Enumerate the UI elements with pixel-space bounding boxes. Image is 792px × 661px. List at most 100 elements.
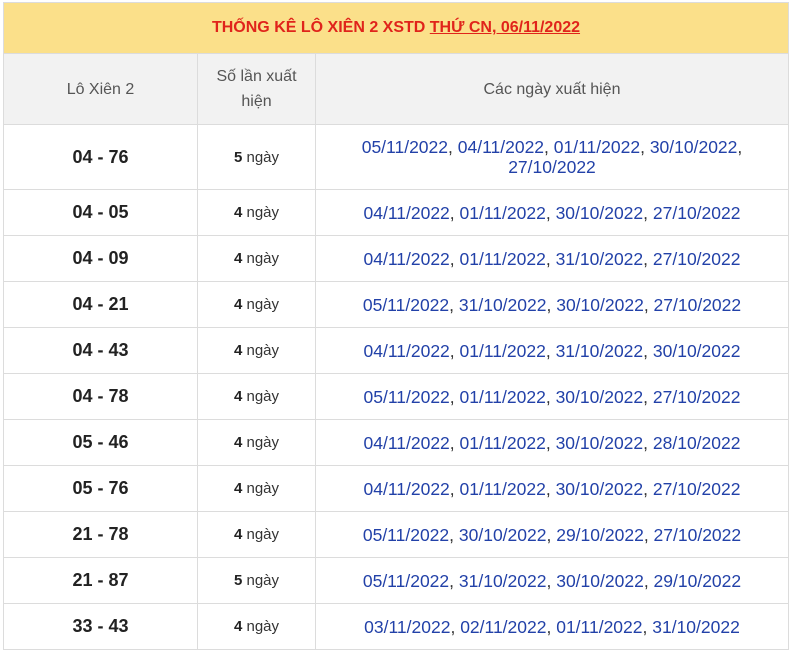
- count-cell: 4 ngày: [197, 465, 316, 512]
- date-link[interactable]: 05/11/2022: [364, 387, 450, 407]
- date-separator: ,: [448, 137, 458, 157]
- count-value: 4: [233, 342, 243, 359]
- header-dates: Các ngày xuất hiện: [315, 53, 789, 125]
- date-separator: ,: [449, 432, 460, 453]
- count-unit: ngày: [246, 572, 280, 589]
- header-pair: Lô Xiên 2: [3, 53, 198, 125]
- date-link[interactable]: 01/11/2022: [460, 433, 546, 453]
- date-separator: ,: [546, 294, 557, 315]
- date-link[interactable]: 30/10/2022: [556, 387, 644, 407]
- date-link[interactable]: 04/11/2022: [364, 341, 450, 361]
- count-cell: 4 ngày: [197, 327, 316, 374]
- table-row: 33 - 43 4 ngày 03/11/2022, 02/11/2022, 01/…: [3, 603, 789, 650]
- date-separator: ,: [449, 340, 460, 361]
- date-separator: ,: [643, 386, 653, 407]
- pair-cell: 05 - 46: [3, 419, 198, 466]
- date-link[interactable]: 31/10/2022: [652, 617, 740, 637]
- dates-cell: 05/11/2022, 01/11/2022, 30/10/2022, 27/1…: [315, 373, 789, 420]
- date-separator: ,: [449, 524, 459, 545]
- date-link[interactable]: 30/10/2022: [459, 525, 547, 545]
- date-link[interactable]: 04/11/2022: [364, 479, 450, 499]
- date-link[interactable]: 30/10/2022: [556, 479, 644, 499]
- date-link[interactable]: 31/10/2022: [459, 295, 547, 315]
- date-separator: ,: [643, 570, 654, 591]
- count-value: 5: [233, 572, 243, 589]
- date-separator: ,: [449, 294, 459, 315]
- pair-cell: 04 - 05: [3, 189, 198, 236]
- table-row: 04 - 05 4 ngày 04/11/2022, 01/11/2022, 30/…: [3, 189, 789, 236]
- date-link[interactable]: 30/10/2022: [653, 341, 741, 361]
- date-link[interactable]: 27/10/2022: [508, 157, 596, 177]
- date-separator: ,: [643, 202, 653, 223]
- count-value: 4: [233, 618, 243, 635]
- count-value: 4: [233, 388, 243, 405]
- count-cell: 5 ngày: [197, 557, 316, 604]
- date-link[interactable]: 29/10/2022: [654, 571, 742, 591]
- date-link[interactable]: 05/11/2022: [362, 137, 448, 157]
- table-row: 04 - 76 5 ngày 05/11/2022, 04/11/2022, 01/…: [3, 124, 789, 190]
- date-link[interactable]: 01/11/2022: [460, 479, 546, 499]
- date-link[interactable]: 31/10/2022: [459, 571, 547, 591]
- title-row: THỐNG KÊ LÔ XIÊN 2 XSTD THỨ CN, 06/11/20…: [3, 2, 789, 54]
- date-link[interactable]: 05/11/2022: [363, 295, 449, 315]
- count-unit: ngày: [246, 250, 280, 267]
- table-row: 21 - 87 5 ngày 05/11/2022, 31/10/2022, 30/…: [3, 557, 789, 604]
- date-link[interactable]: 01/11/2022: [460, 203, 546, 223]
- date-link[interactable]: 27/10/2022: [653, 387, 741, 407]
- lo-xien-stats-table: THỐNG KÊ LÔ XIÊN 2 XSTD THỨ CN, 06/11/20…: [3, 2, 789, 650]
- date-link[interactable]: 29/10/2022: [556, 525, 644, 545]
- date-link[interactable]: 30/10/2022: [556, 571, 644, 591]
- date-link[interactable]: 01/11/2022: [460, 249, 546, 269]
- table-row: 04 - 09 4 ngày 04/11/2022, 01/11/2022, 31/…: [3, 235, 789, 282]
- date-link[interactable]: 01/11/2022: [556, 617, 642, 637]
- date-separator: ,: [449, 570, 459, 591]
- count-value: 4: [233, 204, 243, 221]
- date-link[interactable]: 04/11/2022: [364, 203, 450, 223]
- date-separator: ,: [643, 294, 654, 315]
- date-link[interactable]: 27/10/2022: [654, 295, 742, 315]
- pair-cell: 04 - 43: [3, 327, 198, 374]
- count-value: 4: [233, 250, 243, 267]
- date-link[interactable]: 30/10/2022: [556, 433, 644, 453]
- count-cell: 4 ngày: [197, 235, 316, 282]
- dates-cell: 04/11/2022, 01/11/2022, 30/10/2022, 28/1…: [315, 419, 789, 466]
- table-row: 04 - 43 4 ngày 04/11/2022, 01/11/2022, 31/…: [3, 327, 789, 374]
- count-unit: ngày: [246, 148, 280, 166]
- date-link[interactable]: 01/11/2022: [554, 137, 640, 157]
- title-text: THỐNG KÊ LÔ XIÊN 2 XSTD: [211, 19, 430, 36]
- date-link[interactable]: 02/11/2022: [460, 617, 546, 637]
- dates-cell: 05/11/2022, 04/11/2022, 01/11/2022, 30/1…: [315, 124, 789, 190]
- date-link[interactable]: 30/10/2022: [650, 137, 738, 157]
- date-link[interactable]: 28/10/2022: [653, 433, 741, 453]
- date-link[interactable]: 04/11/2022: [364, 433, 450, 453]
- date-link[interactable]: 27/10/2022: [653, 203, 741, 223]
- date-link[interactable]: 31/10/2022: [556, 341, 644, 361]
- date-link[interactable]: 27/10/2022: [653, 249, 741, 269]
- date-link[interactable]: 04/11/2022: [458, 137, 544, 157]
- date-link[interactable]: 31/10/2022: [556, 249, 644, 269]
- table-row: 05 - 46 4 ngày 04/11/2022, 01/11/2022, 30/…: [3, 419, 789, 466]
- date-link[interactable]: 01/11/2022: [460, 341, 546, 361]
- count-unit: ngày: [246, 526, 280, 543]
- count-cell: 4 ngày: [197, 373, 316, 420]
- title-date-link[interactable]: THỨ CN, 06/11/2022: [430, 19, 580, 36]
- date-link[interactable]: 30/10/2022: [556, 203, 644, 223]
- date-separator: ,: [643, 478, 653, 499]
- count-cell: 4 ngày: [197, 189, 316, 236]
- date-link[interactable]: 01/11/2022: [460, 387, 546, 407]
- count-value: 5: [233, 148, 243, 166]
- date-link[interactable]: 27/10/2022: [654, 525, 742, 545]
- date-link[interactable]: 05/11/2022: [363, 525, 449, 545]
- date-link[interactable]: 03/11/2022: [364, 617, 450, 637]
- date-separator: ,: [546, 570, 557, 591]
- count-value: 4: [233, 296, 243, 313]
- date-link[interactable]: 30/10/2022: [556, 295, 644, 315]
- date-link[interactable]: 27/10/2022: [653, 479, 741, 499]
- pair-cell: 04 - 09: [3, 235, 198, 282]
- date-separator: ,: [643, 248, 653, 269]
- table-row: 05 - 76 4 ngày 04/11/2022, 01/11/2022, 30/…: [3, 465, 789, 512]
- date-separator: ,: [545, 202, 556, 223]
- date-link[interactable]: 04/11/2022: [364, 249, 450, 269]
- date-link[interactable]: 05/11/2022: [363, 571, 449, 591]
- date-separator: ,: [449, 386, 460, 407]
